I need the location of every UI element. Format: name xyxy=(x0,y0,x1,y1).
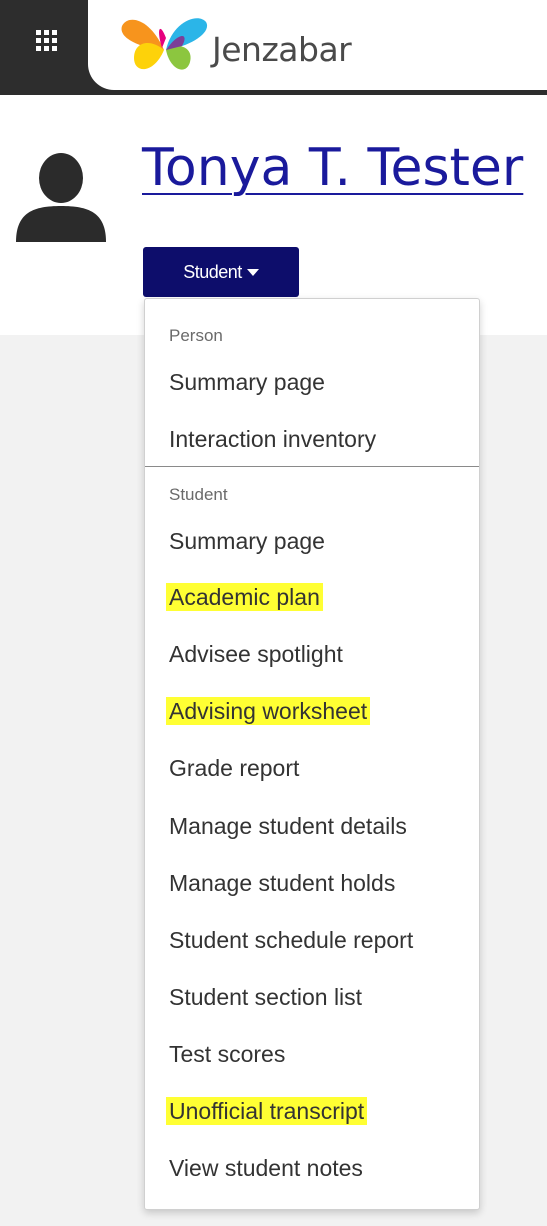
menu-item-manage-student-details[interactable]: Manage student details xyxy=(169,812,407,840)
menu-group-label-person: Person xyxy=(169,326,223,345)
jenzabar-logo[interactable]: Jenzabar xyxy=(120,8,410,88)
menu-item-student-section-list[interactable]: Student section list xyxy=(169,983,362,1011)
menu-item-view-student-notes[interactable]: View student notes xyxy=(169,1154,363,1182)
top-bar: Jenzabar xyxy=(0,0,547,95)
menu-item-manage-student-holds[interactable]: Manage student holds xyxy=(169,869,395,897)
menu-item-student-schedule-report[interactable]: Student schedule report xyxy=(169,926,413,954)
menu-item-grade-report[interactable]: Grade report xyxy=(169,754,299,782)
caret-down-icon xyxy=(246,268,259,276)
menu-item-person-summary-page[interactable]: Summary page xyxy=(169,368,325,396)
menu-item-advisee-spotlight[interactable]: Advisee spotlight xyxy=(169,640,343,668)
menu-group-label-student: Student xyxy=(169,485,228,504)
menu-item-advising-worksheet[interactable]: Advising worksheet xyxy=(166,697,371,725)
menu-item-test-scores[interactable]: Test scores xyxy=(169,1040,285,1068)
apps-menu-button[interactable] xyxy=(0,0,90,90)
student-role-dropdown-button[interactable]: Student xyxy=(143,247,299,297)
person-silhouette-icon xyxy=(16,153,106,242)
logo-text: Jenzabar xyxy=(212,30,352,69)
student-role-menu: Person Summary page Interaction inventor… xyxy=(144,298,480,1210)
grid-icon xyxy=(36,30,57,51)
person-name-link[interactable]: Tonya T. Tester xyxy=(142,138,523,198)
butterfly-logo-icon xyxy=(121,18,208,70)
menu-item-unofficial-transcript[interactable]: Unofficial transcript xyxy=(166,1097,368,1125)
role-button-label: Student xyxy=(183,261,242,282)
menu-item-interaction-inventory[interactable]: Interaction inventory xyxy=(169,425,376,453)
menu-divider xyxy=(145,466,479,467)
menu-item-academic-plan[interactable]: Academic plan xyxy=(166,583,323,611)
menu-item-student-summary-page[interactable]: Summary page xyxy=(169,527,325,555)
